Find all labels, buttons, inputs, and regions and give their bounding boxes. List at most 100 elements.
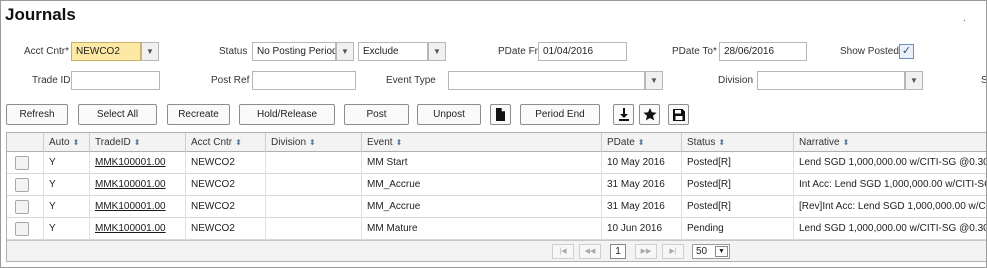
cell-event: MM_Accrue	[361, 174, 601, 196]
cell-narrative: Int Acc: Lend SGD 1,000,000.00 w/CITI-SG…	[793, 174, 986, 196]
cell-status: Posted[R]	[681, 152, 793, 174]
col-pdate[interactable]: PDate ⬍	[601, 133, 681, 152]
row-checkbox[interactable]	[15, 222, 29, 236]
table-row[interactable]: Y MMK100001.00 NEWCO2 MM_Accrue 31 May 2…	[7, 196, 986, 218]
sort-icon: ⬍	[133, 138, 141, 147]
cell-acct-cntr: NEWCO2	[185, 218, 265, 240]
checkmark-icon: ✓	[901, 45, 912, 57]
download-icon	[618, 108, 629, 121]
show-posted-label: Show Posted	[840, 46, 899, 57]
status-dropdown[interactable]: ▼	[336, 42, 354, 61]
row-checkbox[interactable]	[15, 200, 29, 214]
division-select[interactable]	[757, 71, 905, 90]
next-page-button[interactable]: ▶▶	[635, 244, 657, 259]
cell-auto: Y	[43, 218, 89, 240]
post-ref-input[interactable]	[252, 71, 356, 90]
trade-id-link[interactable]: MMK100001.00	[89, 218, 185, 240]
cell-acct-cntr: NEWCO2	[185, 174, 265, 196]
chevron-down-icon: ▼	[650, 76, 658, 85]
cell-auto: Y	[43, 174, 89, 196]
acct-cntr-input[interactable]: NEWCO2	[71, 42, 141, 61]
cell-pdate: 10 May 2016	[601, 152, 681, 174]
unpost-button[interactable]: Unpost	[417, 104, 481, 125]
trade-id-link[interactable]: MMK100001.00	[89, 152, 185, 174]
cell-acct-cntr: NEWCO2	[185, 196, 265, 218]
cell-status: Posted[R]	[681, 174, 793, 196]
current-page[interactable]: 1	[610, 244, 626, 259]
pdate-to-label: PDate To*	[672, 46, 717, 57]
prev-page-button[interactable]: ◀◀	[579, 244, 601, 259]
chevron-down-icon: ▼	[341, 47, 349, 56]
hold-release-button[interactable]: Hold/Release	[239, 104, 335, 125]
first-page-button[interactable]: |◀	[552, 244, 574, 259]
download-button[interactable]	[613, 104, 634, 125]
chevron-down-icon: ▼	[715, 246, 728, 257]
journals-table: Auto ⬍ TradeID ⬍ Acct Cntr ⬍ Division ⬍ Even…	[6, 132, 986, 262]
chevron-down-icon: ▼	[910, 76, 918, 85]
col-narrative[interactable]: Narrative ⬍	[793, 133, 986, 152]
col-auto[interactable]: Auto ⬍	[43, 133, 89, 152]
cell-event: MM Mature	[361, 218, 601, 240]
sort-icon: ⬍	[72, 138, 80, 147]
cell-narrative: Lend SGD 1,000,000.00 w/CITI-SG @0.30000…	[793, 218, 986, 240]
refresh-button[interactable]: Refresh	[6, 104, 68, 125]
save-button[interactable]	[668, 104, 689, 125]
col-event[interactable]: Event ⬍	[361, 133, 601, 152]
cell-status: Pending	[681, 218, 793, 240]
cell-pdate: 31 May 2016	[601, 174, 681, 196]
col-trade-id[interactable]: TradeID ⬍	[89, 133, 185, 152]
status-select[interactable]: No Posting Period	[252, 42, 336, 61]
col-status[interactable]: Status ⬍	[681, 133, 793, 152]
cell-event: MM Start	[361, 152, 601, 174]
post-ref-label: Post Ref	[211, 75, 250, 86]
chevron-down-icon: ▼	[433, 47, 441, 56]
cell-status: Posted[R]	[681, 196, 793, 218]
row-checkbox[interactable]	[15, 178, 29, 192]
show-posted-checkbox[interactable]: ✓	[899, 44, 914, 59]
select-all-button[interactable]: Select All	[78, 104, 157, 125]
acct-cntr-dropdown[interactable]: ▼	[141, 42, 159, 61]
row-checkbox[interactable]	[15, 156, 29, 170]
favorite-button[interactable]	[639, 104, 660, 125]
division-label: Division	[718, 75, 754, 86]
event-type-dropdown[interactable]: ▼	[645, 71, 663, 90]
sort-icon: ⬍	[309, 138, 316, 147]
chevron-down-icon: ▼	[146, 47, 154, 56]
event-type-select[interactable]	[448, 71, 645, 90]
trade-id-input[interactable]	[71, 71, 160, 90]
trade-id-link[interactable]: MMK100001.00	[89, 196, 185, 218]
star-icon	[642, 108, 657, 121]
page-size-select[interactable]: 50 ▼	[692, 244, 730, 259]
cut-off-label: S	[981, 75, 986, 86]
pdate-fr-input[interactable]: 01/04/2016	[538, 42, 627, 61]
event-type-label: Event Type	[386, 75, 436, 86]
pdate-fr-label: PDate Fr	[498, 46, 539, 57]
post-button[interactable]: Post	[344, 104, 409, 125]
trade-id-label: Trade ID	[32, 75, 71, 86]
cell-division	[265, 218, 361, 240]
trade-id-link[interactable]: MMK100001.00	[89, 174, 185, 196]
col-acct-cntr[interactable]: Acct Cntr ⬍	[185, 133, 265, 152]
division-dropdown[interactable]: ▼	[905, 71, 923, 90]
status-mode-dropdown[interactable]: ▼	[428, 42, 446, 61]
cell-division	[265, 152, 361, 174]
recreate-button[interactable]: Recreate	[167, 104, 230, 125]
cell-event: MM_Accrue	[361, 196, 601, 218]
cell-narrative: [Rev]Int Acc: Lend SGD 1,000,000.00 w/CI…	[793, 196, 986, 218]
status-mode-select[interactable]: Exclude	[358, 42, 428, 61]
journals-window: Journals . Acct Cntr* NEWCO2 ▼ Status No…	[0, 0, 987, 268]
pdate-to-input[interactable]: 28/06/2016	[719, 42, 807, 61]
sort-icon: ⬍	[842, 138, 850, 147]
table-row[interactable]: Y MMK100001.00 NEWCO2 MM Start 10 May 20…	[7, 152, 986, 174]
col-division[interactable]: Division ⬍	[265, 133, 361, 152]
cell-narrative: Lend SGD 1,000,000.00 w/CITI-SG @0.30000…	[793, 152, 986, 174]
pagination-bar: |◀ ◀◀ 1 ▶▶ ▶| 50 ▼	[7, 240, 986, 261]
period-end-button[interactable]: Period End	[520, 104, 600, 125]
sort-icon: ⬍	[718, 138, 726, 147]
document-button[interactable]	[490, 104, 511, 125]
page-size-value: 50	[696, 246, 708, 257]
last-page-button[interactable]: ▶|	[662, 244, 684, 259]
table-row[interactable]: Y MMK100001.00 NEWCO2 MM_Accrue 31 May 2…	[7, 174, 986, 196]
table-row[interactable]: Y MMK100001.00 NEWCO2 MM Mature 10 Jun 2…	[7, 218, 986, 240]
sort-icon: ⬍	[235, 138, 242, 147]
